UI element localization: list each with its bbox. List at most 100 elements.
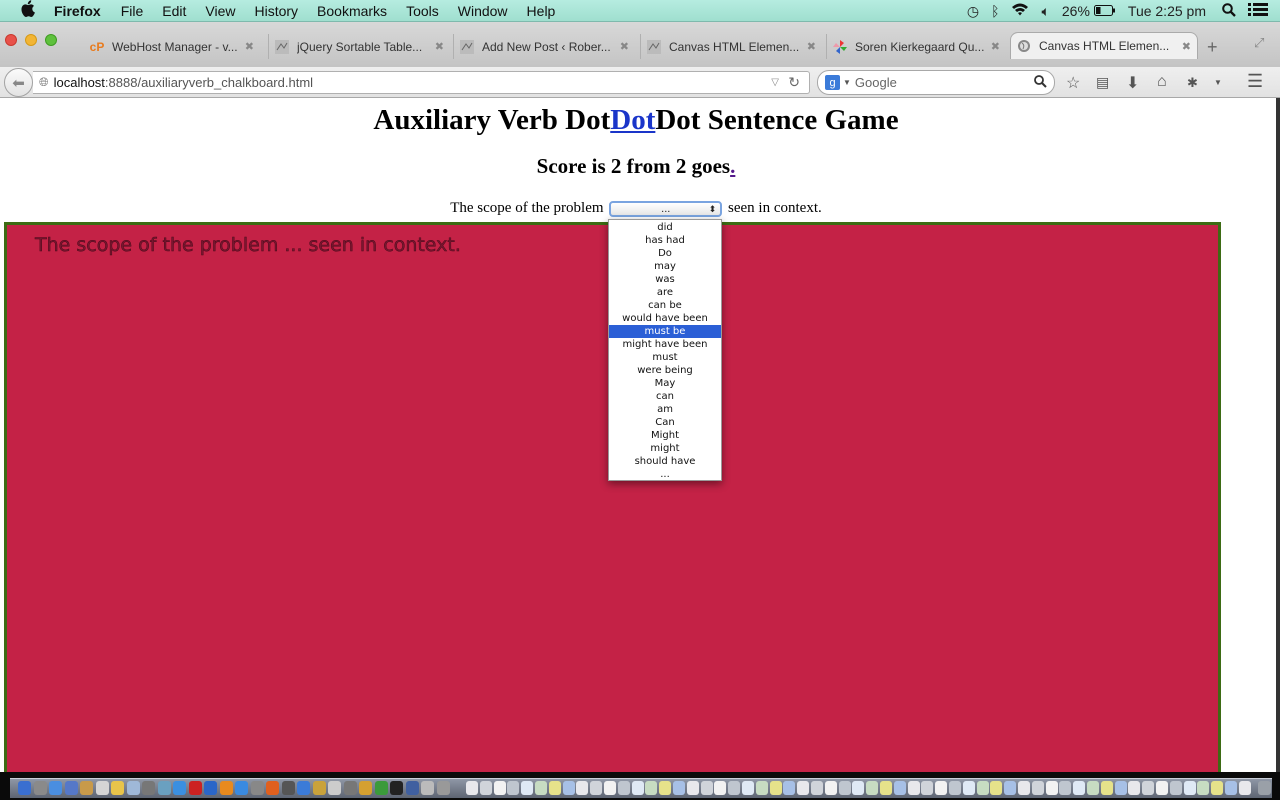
dropdown-option[interactable]: might xyxy=(609,442,721,455)
dock-document-icon[interactable] xyxy=(548,781,561,795)
dock-app-icon[interactable] xyxy=(390,781,403,795)
dock-document-icon[interactable] xyxy=(1142,781,1155,795)
menu-tools[interactable]: Tools xyxy=(406,3,439,19)
dock-document-icon[interactable] xyxy=(755,781,768,795)
dock-document-icon[interactable] xyxy=(714,781,727,795)
dropdown-option[interactable]: was xyxy=(609,273,721,286)
menu-app-firefox[interactable]: Firefox xyxy=(54,3,101,19)
menu-file[interactable]: File xyxy=(121,3,144,19)
engine-dropdown-icon[interactable]: ▼ xyxy=(843,78,851,87)
dropdown-option[interactable]: Might xyxy=(609,429,721,442)
dock-app-icon[interactable] xyxy=(328,781,341,795)
dock-app-icon[interactable] xyxy=(312,781,326,795)
dropdown-option[interactable]: can be xyxy=(609,299,721,312)
close-tab-icon[interactable]: ✖ xyxy=(1182,40,1191,53)
dock-document-icon[interactable] xyxy=(1211,781,1224,795)
dock-document-icon[interactable] xyxy=(1004,781,1017,795)
dock-document-icon[interactable] xyxy=(700,781,713,795)
dock-app-icon[interactable] xyxy=(374,781,388,795)
downloads-icon[interactable]: ⬇︎ xyxy=(1126,73,1139,93)
tab-jquery-sortable-table[interactable]: jQuery Sortable Table... ✖ xyxy=(268,34,450,59)
dock-app-icon[interactable] xyxy=(111,781,124,795)
search-bar[interactable]: g ▼ Google xyxy=(817,70,1055,95)
dock-document-icon[interactable] xyxy=(590,781,603,795)
dock-document-icon[interactable] xyxy=(1183,781,1196,795)
menu-window[interactable]: Window xyxy=(458,3,508,19)
dock-document-icon[interactable] xyxy=(521,781,534,795)
dock-app-icon[interactable] xyxy=(281,781,295,795)
dock-document-icon[interactable] xyxy=(797,781,810,795)
dock-app-icon[interactable] xyxy=(95,781,109,795)
dock-document-icon[interactable] xyxy=(659,781,672,795)
dock-app-icon[interactable] xyxy=(436,781,450,795)
dock-document-icon[interactable] xyxy=(838,781,851,795)
reload-icon[interactable]: ↻ xyxy=(788,74,800,91)
bookmark-star-icon[interactable]: ☆ xyxy=(1066,73,1080,93)
auxiliary-verb-select[interactable]: ... ⬍ xyxy=(609,200,723,217)
dock-app-icon[interactable] xyxy=(204,781,217,795)
dock-document-icon[interactable] xyxy=(493,781,506,795)
search-icon[interactable] xyxy=(1034,74,1047,91)
dropdown-option[interactable]: would have been xyxy=(609,312,721,325)
dock-document-icon[interactable] xyxy=(1031,781,1044,795)
window-minimize-button[interactable] xyxy=(25,34,37,46)
dropdown-option[interactable]: were being xyxy=(609,364,721,377)
dock-document-icon[interactable] xyxy=(1059,781,1072,795)
tab-soren-kierkegaard[interactable]: Soren Kierkegaard Qu... ✖ xyxy=(826,34,1006,59)
spotlight-search-icon[interactable] xyxy=(1222,2,1236,20)
notification-center-icon[interactable] xyxy=(1248,2,1268,20)
dock-document-icon[interactable] xyxy=(1087,781,1099,795)
dock-app-icon[interactable] xyxy=(421,781,434,795)
dock-document-icon[interactable] xyxy=(949,781,961,795)
dock-document-icon[interactable] xyxy=(617,781,630,795)
dropdown-option[interactable]: should have xyxy=(609,455,721,468)
dropdown-option[interactable]: must be xyxy=(609,325,721,338)
dock-document-icon[interactable] xyxy=(880,781,892,795)
dock-app-icon[interactable] xyxy=(188,781,202,795)
page-scrollbar[interactable] xyxy=(1276,98,1280,772)
dock-document-icon[interactable] xyxy=(1238,781,1251,795)
dropdown-option[interactable]: Can xyxy=(609,416,721,429)
dock-app-icon[interactable] xyxy=(142,781,155,795)
home-icon[interactable]: ⌂ xyxy=(1157,73,1167,91)
url-history-dropdown-icon[interactable]: ▽ xyxy=(771,77,779,88)
dock-document-icon[interactable] xyxy=(1018,781,1030,795)
dock-app-icon[interactable] xyxy=(235,781,248,795)
fullscreen-icon[interactable]: ⤢ xyxy=(1254,35,1264,51)
dock-app-icon[interactable] xyxy=(64,781,78,795)
dropdown-option[interactable]: are xyxy=(609,286,721,299)
dock-document-icon[interactable] xyxy=(921,781,934,795)
google-engine-icon[interactable]: g xyxy=(825,75,840,90)
dock-document-icon[interactable] xyxy=(1169,781,1182,795)
dropdown-option[interactable]: must xyxy=(609,351,721,364)
dock-document-icon[interactable] xyxy=(976,781,989,795)
dock-app-icon[interactable] xyxy=(343,781,357,795)
dock-document-icon[interactable] xyxy=(769,781,782,795)
back-button[interactable]: ⬅︎ xyxy=(4,68,33,97)
trash-icon[interactable] xyxy=(1258,781,1271,795)
dock-document-icon[interactable] xyxy=(742,781,754,795)
window-zoom-button[interactable] xyxy=(45,34,57,46)
dock-document-icon[interactable] xyxy=(645,781,658,795)
close-tab-icon[interactable]: ✖ xyxy=(435,40,444,53)
dropdown-option[interactable]: did xyxy=(609,221,721,234)
close-tab-icon[interactable]: ✖ xyxy=(807,40,816,53)
dock-document-icon[interactable] xyxy=(962,781,975,795)
dropdown-option[interactable]: has had xyxy=(609,234,721,247)
window-close-button[interactable] xyxy=(5,34,17,46)
speaker-icon[interactable]: 🔈︎ xyxy=(1041,3,1049,20)
dropdown-option[interactable]: might have been xyxy=(609,338,721,351)
dock-document-icon[interactable] xyxy=(466,781,478,795)
site-identity-icon[interactable]: 🌐︎ xyxy=(39,75,49,90)
dock-document-icon[interactable] xyxy=(990,781,1003,795)
dock-app-icon[interactable] xyxy=(49,781,62,795)
tab-canvas-html-element[interactable]: Canvas HTML Elemen... ✖ xyxy=(640,34,822,59)
menu-history[interactable]: History xyxy=(254,3,298,19)
dropdown-option[interactable]: May xyxy=(609,377,721,390)
dock-app-icon[interactable] xyxy=(33,781,47,795)
dock-document-icon[interactable] xyxy=(576,781,589,795)
dock-document-icon[interactable] xyxy=(1197,781,1210,795)
menu-bookmarks[interactable]: Bookmarks xyxy=(317,3,387,19)
dock-app-icon[interactable] xyxy=(250,781,264,795)
dock-document-icon[interactable] xyxy=(1156,781,1168,795)
